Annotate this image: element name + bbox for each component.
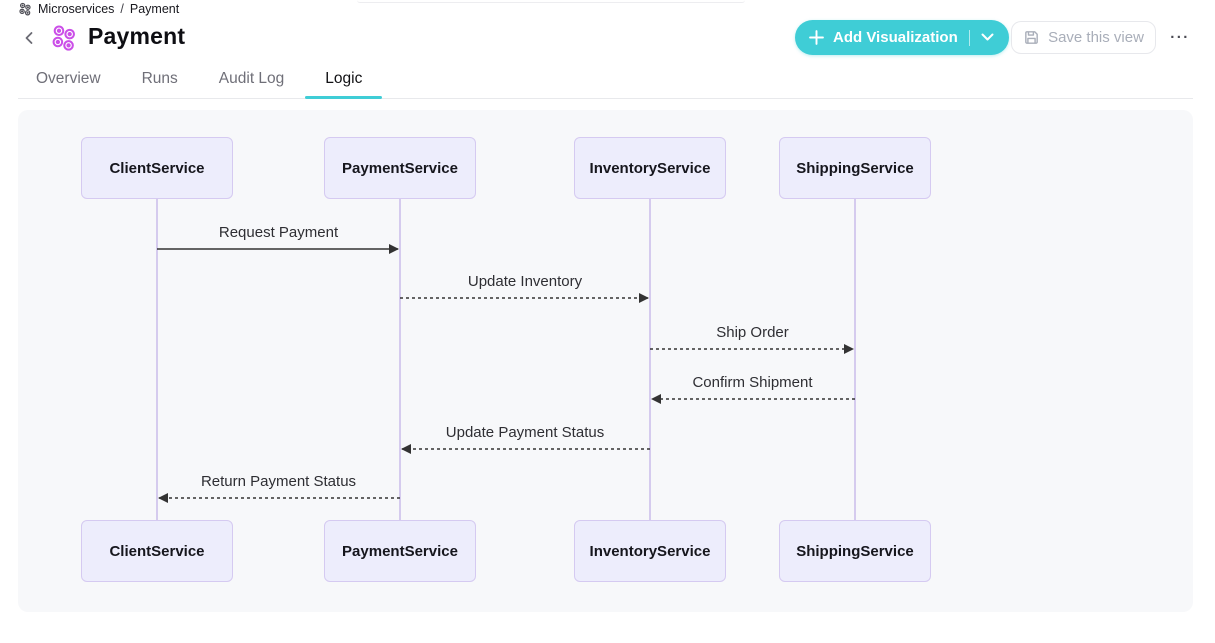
button-divider xyxy=(969,30,970,46)
message-label: Update Inventory xyxy=(468,273,582,290)
actor-clientservice-bottom: ClientService xyxy=(81,520,233,582)
tab-audit-log[interactable]: Audit Log xyxy=(219,59,285,98)
actor-inventoryservice-bottom: InventoryService xyxy=(574,520,726,582)
tab-bar: Overview Runs Audit Log Logic xyxy=(18,59,1193,99)
chevron-down-icon[interactable] xyxy=(981,33,994,42)
payment-service-icon xyxy=(50,24,77,56)
back-button[interactable] xyxy=(20,29,38,47)
tab-logic[interactable]: Logic xyxy=(325,59,362,98)
page-title: Payment xyxy=(88,23,185,50)
actor-shippingservice-bottom: ShippingService xyxy=(779,520,931,582)
add-visualization-label: Add Visualization xyxy=(833,29,958,46)
chevron-left-icon xyxy=(23,31,35,45)
breadcrumb: Microservices / Payment xyxy=(18,1,179,17)
microservices-icon xyxy=(18,2,32,16)
tab-runs[interactable]: Runs xyxy=(142,59,178,98)
message-label: Update Payment Status xyxy=(446,424,604,441)
breadcrumb-separator: / xyxy=(120,2,123,16)
actor-shippingservice-top: ShippingService xyxy=(779,137,931,199)
tab-overview[interactable]: Overview xyxy=(36,59,101,98)
actor-paymentservice-top: PaymentService xyxy=(324,137,476,199)
plus-icon xyxy=(809,30,824,45)
save-view-label: Save this view xyxy=(1048,29,1144,46)
more-options-button[interactable]: ··· xyxy=(1164,25,1196,49)
message-label: Return Payment Status xyxy=(201,473,356,490)
add-visualization-button[interactable]: Add Visualization xyxy=(795,20,1009,55)
sequence-diagram-canvas: ClientService ClientService PaymentService… xyxy=(18,110,1193,612)
message-label: Ship Order xyxy=(716,324,789,341)
message-label: Request Payment xyxy=(219,224,338,241)
actor-inventoryservice-top: InventoryService xyxy=(574,137,726,199)
actor-clientservice-top: ClientService xyxy=(81,137,233,199)
breadcrumb-item-payment: Payment xyxy=(130,2,179,16)
actor-paymentservice-bottom: PaymentService xyxy=(324,520,476,582)
breadcrumb-item-microservices[interactable]: Microservices xyxy=(38,2,114,16)
message-label: Confirm Shipment xyxy=(692,374,812,391)
popover-bottom-edge xyxy=(357,0,745,3)
save-icon xyxy=(1023,29,1040,46)
save-view-button[interactable]: Save this view xyxy=(1011,21,1156,54)
